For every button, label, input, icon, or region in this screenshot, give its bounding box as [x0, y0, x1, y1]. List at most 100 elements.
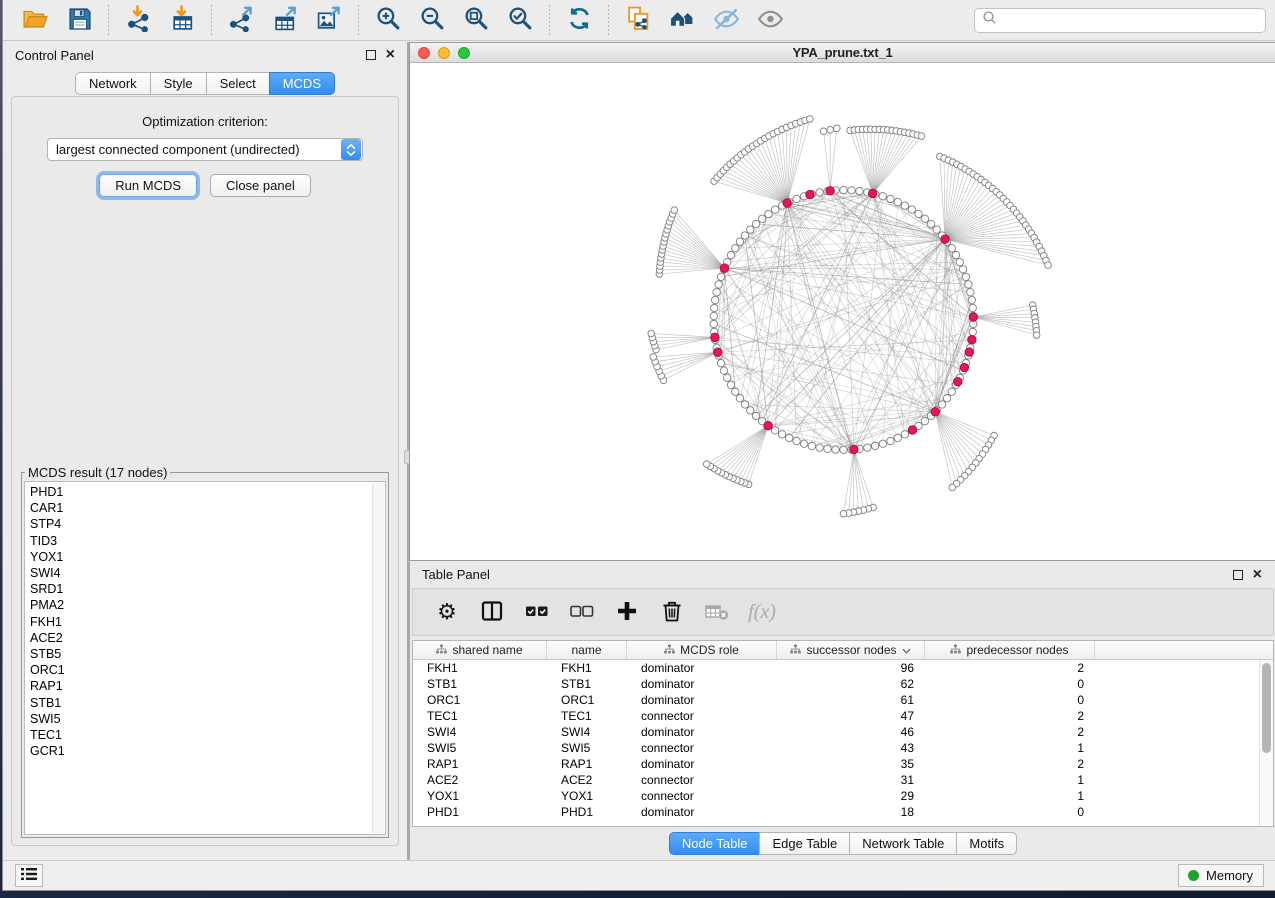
mcds-list-scrollbar[interactable]: [372, 483, 384, 833]
tab-network-table[interactable]: Network Table: [849, 832, 956, 855]
column-header-successor-nodes[interactable]: successor nodes: [777, 641, 925, 659]
float-panel-icon[interactable]: [366, 50, 376, 60]
table-scrollbar[interactable]: [1259, 660, 1273, 826]
mcds-result-item[interactable]: FKH1: [30, 614, 369, 630]
cell-successor-nodes[interactable]: 96: [777, 661, 925, 675]
cell-predecessor-nodes[interactable]: 2: [925, 661, 1095, 675]
cell-shared-name[interactable]: ORC1: [413, 693, 547, 707]
cell-shared-name[interactable]: RAP1: [413, 757, 547, 771]
cell-shared-name[interactable]: PHD1: [413, 805, 547, 819]
mcds-result-item[interactable]: TID3: [30, 533, 369, 549]
show-all-button[interactable]: [753, 3, 787, 37]
import-table-button[interactable]: [165, 3, 199, 37]
close-panel-icon[interactable]: ×: [386, 50, 395, 60]
task-history-button[interactable]: [15, 864, 43, 887]
cell-MCDS-role[interactable]: dominator: [627, 757, 777, 771]
table-row[interactable]: RAP1RAP1dominator352: [413, 756, 1273, 772]
mcds-result-item[interactable]: SWI5: [30, 711, 369, 727]
mcds-result-item[interactable]: STB5: [30, 646, 369, 662]
hide-selected-button[interactable]: [709, 3, 743, 37]
mcds-result-item[interactable]: RAP1: [30, 678, 369, 694]
tab-edge-table[interactable]: Edge Table: [759, 832, 849, 855]
cell-name[interactable]: RAP1: [547, 757, 627, 771]
cell-successor-nodes[interactable]: 29: [777, 789, 925, 803]
float-table-panel-icon[interactable]: [1233, 570, 1243, 580]
export-image-button[interactable]: [312, 3, 346, 37]
cell-predecessor-nodes[interactable]: 2: [925, 725, 1095, 739]
first-neighbors-button[interactable]: [665, 3, 699, 37]
mcds-result-item[interactable]: ACE2: [30, 630, 369, 646]
open-file-button[interactable]: [18, 3, 52, 37]
mcds-result-item[interactable]: PHD1: [30, 484, 369, 500]
cell-predecessor-nodes[interactable]: 1: [925, 789, 1095, 803]
cell-name[interactable]: ORC1: [547, 693, 627, 707]
cell-name[interactable]: SWI4: [547, 725, 627, 739]
table-row[interactable]: ORC1ORC1dominator610: [413, 692, 1273, 708]
delete-button[interactable]: [659, 599, 685, 625]
add-row-button[interactable]: [614, 599, 640, 625]
cell-predecessor-nodes[interactable]: 2: [925, 757, 1095, 771]
select-all-button[interactable]: [524, 599, 550, 625]
tab-motifs[interactable]: Motifs: [956, 832, 1017, 855]
split-columns-button[interactable]: [479, 599, 505, 625]
table-row[interactable]: SWI5SWI5connector431: [413, 740, 1273, 756]
table-row[interactable]: STB1STB1dominator620: [413, 676, 1273, 692]
cell-shared-name[interactable]: SWI5: [413, 741, 547, 755]
duplicate-network-button[interactable]: [621, 3, 655, 37]
cell-successor-nodes[interactable]: 35: [777, 757, 925, 771]
mcds-result-item[interactable]: SRD1: [30, 581, 369, 597]
cell-predecessor-nodes[interactable]: 0: [925, 693, 1095, 707]
zoom-fit-button[interactable]: [459, 3, 493, 37]
cell-shared-name[interactable]: TEC1: [413, 709, 547, 723]
run-mcds-button[interactable]: Run MCDS: [99, 174, 197, 197]
cell-shared-name[interactable]: STB1: [413, 677, 547, 691]
cell-successor-nodes[interactable]: 47: [777, 709, 925, 723]
refresh-button[interactable]: [562, 3, 596, 37]
cell-predecessor-nodes[interactable]: 1: [925, 741, 1095, 755]
mcds-result-item[interactable]: PMA2: [30, 597, 369, 613]
table-row[interactable]: ACE2ACE2connector311: [413, 772, 1273, 788]
cell-shared-name[interactable]: FKH1: [413, 661, 547, 675]
memory-button[interactable]: Memory: [1178, 864, 1264, 887]
cell-MCDS-role[interactable]: connector: [627, 741, 777, 755]
table-row[interactable]: YOX1YOX1connector291: [413, 788, 1273, 804]
export-table-button[interactable]: [268, 3, 302, 37]
network-canvas[interactable]: [410, 63, 1275, 559]
mcds-result-item[interactable]: STP4: [30, 516, 369, 532]
column-header-MCDS-role[interactable]: MCDS role: [627, 641, 777, 659]
cell-predecessor-nodes[interactable]: 0: [925, 677, 1095, 691]
cell-name[interactable]: PHD1: [547, 805, 627, 819]
tab-node-table[interactable]: Node Table: [669, 832, 760, 855]
column-header-name[interactable]: name: [547, 641, 627, 659]
cell-MCDS-role[interactable]: dominator: [627, 677, 777, 691]
cell-MCDS-role[interactable]: dominator: [627, 725, 777, 739]
zoom-out-button[interactable]: [415, 3, 449, 37]
cell-name[interactable]: YOX1: [547, 789, 627, 803]
tab-network[interactable]: Network: [75, 72, 150, 95]
cell-predecessor-nodes[interactable]: 0: [925, 805, 1095, 819]
cell-MCDS-role[interactable]: connector: [627, 789, 777, 803]
optimization-criterion-select[interactable]: largest connected component (undirected): [47, 138, 363, 161]
cell-successor-nodes[interactable]: 46: [777, 725, 925, 739]
mcds-result-item[interactable]: ORC1: [30, 662, 369, 678]
cell-name[interactable]: ACE2: [547, 773, 627, 787]
cell-successor-nodes[interactable]: 43: [777, 741, 925, 755]
cell-predecessor-nodes[interactable]: 1: [925, 773, 1095, 787]
mcds-result-item[interactable]: SWI4: [30, 565, 369, 581]
table-row[interactable]: SWI4SWI4dominator462: [413, 724, 1273, 740]
cell-predecessor-nodes[interactable]: 2: [925, 709, 1095, 723]
table-row[interactable]: FKH1FKH1dominator962: [413, 660, 1273, 676]
cell-MCDS-role[interactable]: dominator: [627, 693, 777, 707]
cell-name[interactable]: SWI5: [547, 741, 627, 755]
cell-MCDS-role[interactable]: connector: [627, 709, 777, 723]
column-header-predecessor-nodes[interactable]: predecessor nodes: [925, 641, 1095, 659]
cell-successor-nodes[interactable]: 61: [777, 693, 925, 707]
cell-name[interactable]: STB1: [547, 677, 627, 691]
cell-MCDS-role[interactable]: dominator: [627, 661, 777, 675]
mcds-result-item[interactable]: STB1: [30, 695, 369, 711]
table-row[interactable]: TEC1TEC1connector472: [413, 708, 1273, 724]
mcds-result-item[interactable]: TEC1: [30, 727, 369, 743]
cell-name[interactable]: FKH1: [547, 661, 627, 675]
mcds-result-item[interactable]: GCR1: [30, 743, 369, 759]
cell-MCDS-role[interactable]: connector: [627, 773, 777, 787]
